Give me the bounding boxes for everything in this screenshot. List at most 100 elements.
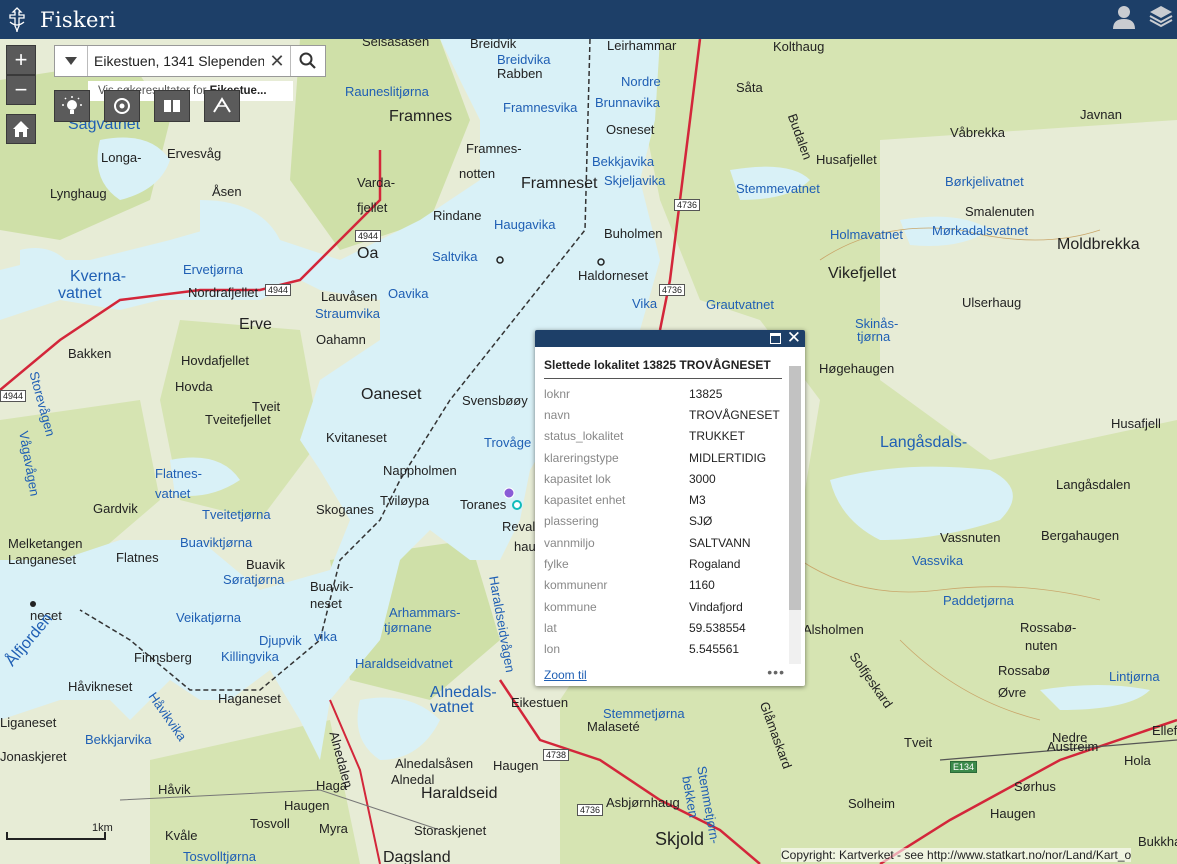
- feature-popup: ✕ Slettede lokalitet 13825 TROVÅGNESET l…: [535, 330, 805, 686]
- app-title: Fiskeri: [40, 7, 117, 32]
- attribute-key: status_lokalitet: [544, 429, 624, 444]
- crest-logo: [0, 0, 34, 39]
- map-label: Jonaskjeret: [0, 749, 67, 764]
- close-icon[interactable]: ✕: [787, 330, 801, 348]
- map-label: Alnedalsåsen: [395, 756, 474, 771]
- lightbulb-tool-button[interactable]: [54, 90, 90, 122]
- map-label: Skjeljavika: [604, 173, 666, 188]
- more-options-button[interactable]: •••: [767, 664, 785, 680]
- map-label: Rauneslitjørna: [345, 84, 429, 99]
- close-icon: ✕: [269, 50, 285, 71]
- map-label: Finnsberg: [134, 650, 192, 665]
- map-label: Rossabø: [998, 663, 1051, 678]
- map-label: Holmavatnet: [830, 227, 903, 242]
- maximize-icon[interactable]: [770, 333, 781, 344]
- map-label: Høgehaugen: [819, 361, 895, 376]
- map-label: Haugen: [284, 798, 330, 813]
- attribute-row: navn TROVÅGNESET: [544, 404, 780, 425]
- road-shield: E134: [950, 761, 978, 773]
- search-button[interactable]: [290, 46, 325, 76]
- attribute-key: kommune: [544, 599, 597, 614]
- map-label: Ulserhaug: [962, 295, 1022, 310]
- popup-titlebar: ✕: [535, 330, 805, 347]
- map-label: Tveit: [904, 735, 933, 750]
- map-label: Haganeset: [218, 691, 281, 706]
- map-label: Såta: [736, 80, 763, 95]
- map-label: vika: [314, 629, 338, 644]
- attribute-key: lon: [544, 642, 561, 657]
- map-label: Lintjørna: [1109, 669, 1160, 684]
- attribute-row: kommunenr 1160: [544, 575, 780, 596]
- home-button[interactable]: [6, 114, 36, 144]
- map-label: Langåsdals-: [880, 434, 968, 451]
- map-label: Brunnavika: [595, 95, 661, 110]
- attribute-value: M3: [689, 493, 706, 508]
- map-label: Austreim: [1047, 739, 1099, 754]
- grid-tool-button[interactable]: [154, 90, 190, 122]
- attribute-row: kommune Vindafjord: [544, 596, 780, 617]
- map-label: Vika: [632, 296, 658, 311]
- popup-scrollbar[interactable]: [789, 366, 801, 664]
- zoom-out-button[interactable]: −: [6, 75, 36, 105]
- popup-title: Slettede lokalitet 13825 TROVÅGNESET: [544, 358, 771, 372]
- map-label: Hola: [1124, 753, 1151, 768]
- map-label: Bekkjarvika: [85, 732, 152, 747]
- attribute-key: kommunenr: [544, 578, 608, 593]
- map-label: Tosvoll: [250, 816, 290, 831]
- map-label: Ervetjørna: [183, 262, 243, 277]
- map-label: Javnan: [1080, 107, 1122, 122]
- map-label: Moldbrekka: [1057, 236, 1140, 253]
- map-label: Djupvik: [259, 633, 302, 648]
- map-label: Malaseté: [587, 719, 640, 734]
- attribute-value: Rogaland: [689, 557, 741, 572]
- attribute-row: vannmiljo SALTVANN: [544, 532, 780, 553]
- scale-bar: [6, 832, 106, 840]
- attribute-value: 5.545561: [689, 642, 740, 657]
- map-label: Håvik: [158, 782, 191, 797]
- map-label: Haugen: [990, 806, 1036, 821]
- map-label: Elleft: [1152, 723, 1177, 738]
- search-source-dropdown[interactable]: [55, 46, 88, 76]
- map-label: Kvåle: [165, 828, 198, 843]
- map-label: Alsholmen: [803, 622, 864, 637]
- attribute-key: plassering: [544, 514, 599, 529]
- attribute-row: status_lokalitet TRUKKET: [544, 426, 780, 447]
- attribute-key: fylke: [544, 557, 569, 572]
- clear-search-button[interactable]: ✕: [264, 46, 290, 76]
- attribute-table: loknr 13825 navn TROVÅGNESET status_lokalite…: [544, 383, 780, 660]
- map-label: tjørna: [857, 329, 891, 344]
- map-label: Håvikneset: [68, 679, 133, 694]
- map-label: Haugavika: [494, 217, 556, 232]
- search-icon: [299, 52, 316, 69]
- map-label: Våbrekka: [950, 125, 1005, 140]
- map-label: Tveitefjellet: [205, 412, 271, 427]
- attribute-value: 1160: [689, 578, 715, 593]
- user-icon[interactable]: [1111, 4, 1137, 35]
- map-label: Lauvåsen: [321, 289, 378, 304]
- map-label: Tviløypa: [380, 493, 430, 508]
- map-label: Hovda: [175, 379, 213, 394]
- road-shield: 4944: [355, 230, 382, 242]
- map-label: Asbjørnhaug: [606, 795, 680, 810]
- attribute-value: SALTVANN: [689, 535, 751, 550]
- map-label: Flatnes-: [155, 466, 202, 481]
- scrollbar-thumb[interactable]: [789, 366, 801, 610]
- map-label: Buavik-: [310, 579, 354, 594]
- zoom-out-label: −: [14, 77, 28, 102]
- zoom-in-button[interactable]: +: [6, 45, 36, 75]
- map-label: Breidvik: [470, 39, 517, 51]
- measure-tool-button[interactable]: [204, 90, 240, 122]
- search-input[interactable]: Eikestuen, 1341 Slependen: [88, 46, 264, 76]
- map-label: Tosvolltjørna: [183, 849, 256, 864]
- target-tool-button[interactable]: [104, 90, 140, 122]
- layers-icon[interactable]: [1149, 4, 1173, 35]
- map-label: Leirhammar: [607, 39, 677, 53]
- zoom-to-link[interactable]: Zoom til: [544, 668, 587, 682]
- attribute-row: kapasitet enhet M3: [544, 489, 780, 510]
- map-label: Melketangen: [8, 536, 83, 551]
- map-label: Oaneset: [361, 386, 422, 403]
- map-label: Eikestuen: [511, 695, 569, 710]
- attribute-key: vannmiljo: [544, 535, 595, 550]
- map-label: Rossabø-: [1020, 620, 1077, 635]
- road-shield: 4736: [659, 284, 686, 296]
